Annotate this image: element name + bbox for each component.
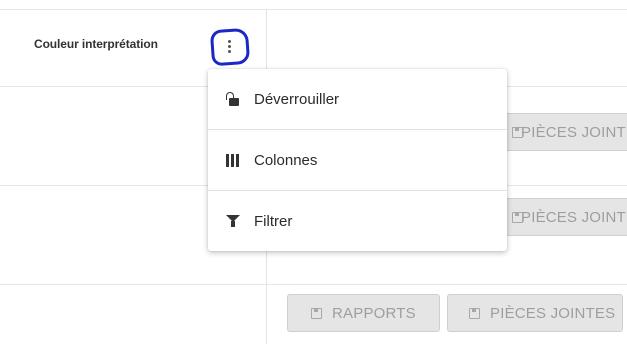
attachments-button[interactable]: PIÈCES JOINTES (496, 113, 627, 151)
unlock-icon (226, 92, 240, 106)
save-icon (468, 307, 480, 319)
column-menu-button[interactable] (209, 27, 251, 67)
reports-button[interactable]: RAPPORTS (287, 294, 440, 332)
reports-button-label: RAPPORTS (332, 304, 416, 322)
menu-item-label: Colonnes (254, 151, 318, 169)
attachments-button-label: PIÈCES JOINTES (521, 123, 627, 141)
columns-icon (226, 153, 240, 167)
row-divider (0, 9, 627, 10)
column-menu: Déverrouiller Colonnes Filtrer (208, 69, 507, 251)
attachments-button[interactable]: PIÈCES JOINTES (496, 198, 627, 236)
attachments-button-label: PIÈCES JOINTES (490, 304, 616, 322)
menu-item-columns[interactable]: Colonnes (208, 130, 507, 190)
row-divider (0, 284, 627, 285)
save-icon (310, 307, 322, 319)
filter-icon (226, 214, 240, 228)
menu-item-unlock[interactable]: Déverrouiller (208, 69, 507, 129)
more-vert-icon (227, 39, 231, 53)
menu-item-label: Déverrouiller (254, 90, 340, 108)
menu-item-filter[interactable]: Filtrer (208, 191, 507, 251)
menu-item-label: Filtrer (254, 212, 293, 230)
attachments-button[interactable]: PIÈCES JOINTES (447, 294, 623, 332)
attachments-button-label: PIÈCES JOINTES (521, 208, 627, 226)
column-header-title: Couleur interprétation (34, 37, 158, 51)
